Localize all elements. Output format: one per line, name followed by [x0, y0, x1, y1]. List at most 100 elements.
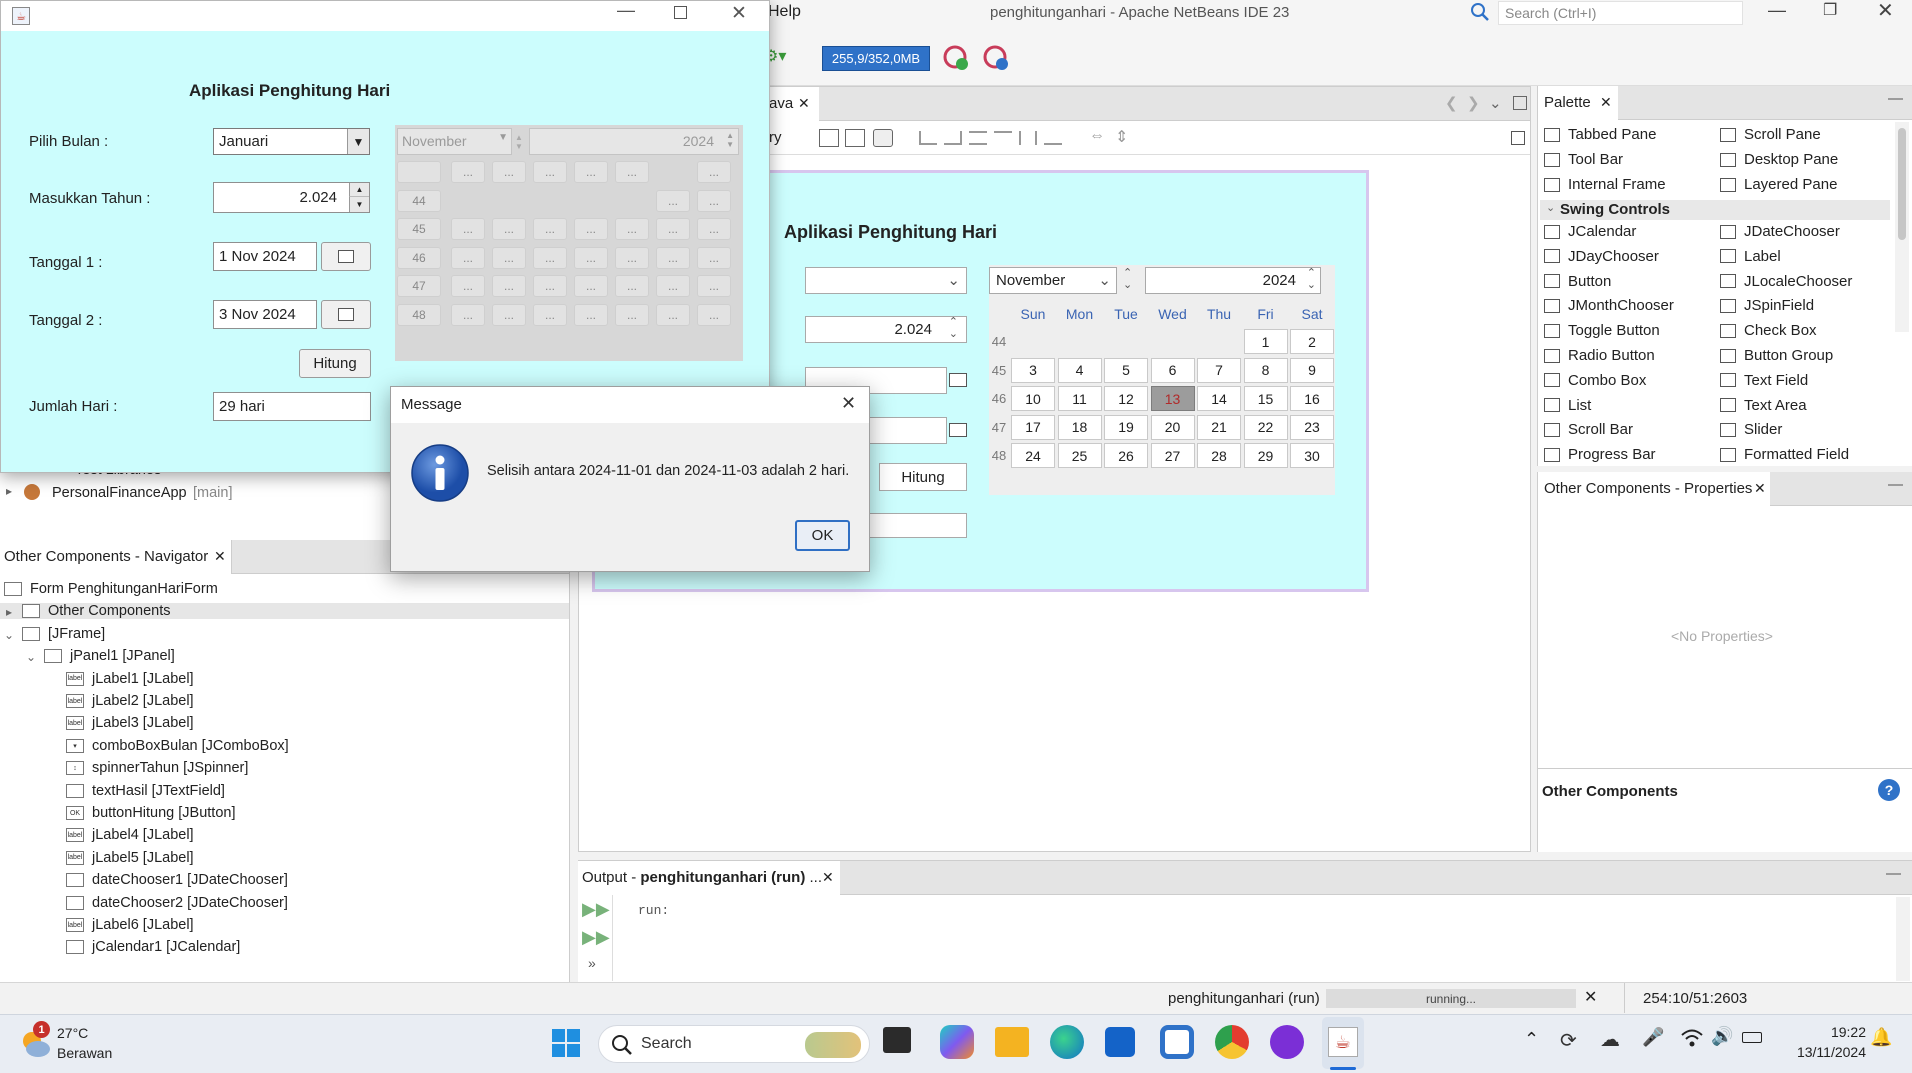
center-horizontal-icon[interactable]	[969, 131, 987, 145]
day-cell[interactable]: 22	[1243, 414, 1288, 440]
volume-icon[interactable]: 🔊	[1711, 1026, 1733, 1047]
day-cell[interactable]: ...	[697, 161, 731, 183]
result-field[interactable]: 29 hari	[213, 392, 371, 421]
navigator-item[interactable]: jCalendar1 [JCalendar]	[66, 939, 240, 955]
microphone-icon[interactable]: 🎤	[1642, 1027, 1664, 1048]
day-cell[interactable]: ...	[451, 275, 485, 297]
expand-arrow-icon[interactable]: ⌄	[4, 628, 14, 642]
day-cell[interactable]: 26	[1104, 443, 1148, 468]
navigator-item[interactable]: label jLabel3 [JLabel]	[66, 715, 194, 731]
wifi-icon[interactable]	[1680, 1027, 1704, 1049]
align-right-icon[interactable]	[944, 131, 962, 145]
day-cell[interactable]: 8	[1243, 357, 1288, 383]
palette-item[interactable]: Toggle Button	[1544, 322, 1660, 339]
design-toolbar-label[interactable]: ry	[769, 129, 782, 146]
design-calendar-year-field[interactable]: 2024 ⌃ ⌄	[1145, 267, 1321, 294]
navigator-item[interactable]: label jLabel2 [JLabel]	[66, 693, 194, 709]
day-cell[interactable]: ...	[492, 275, 526, 297]
date2-field[interactable]: 3 Nov 2024	[213, 300, 317, 329]
hitung-button[interactable]: Hitung	[299, 349, 371, 378]
day-cell[interactable]: 20	[1150, 414, 1195, 440]
date1-calendar-button[interactable]	[321, 242, 371, 271]
calendar-icon[interactable]	[949, 373, 967, 387]
palette-scroll-thumb[interactable]	[1898, 128, 1906, 240]
navigator-item[interactable]: textHasil [JTextField]	[66, 783, 225, 799]
weather-desc[interactable]: Berawan	[57, 1045, 112, 1061]
output-scrollbar[interactable]	[1896, 897, 1910, 981]
minimize-icon[interactable]: —	[1888, 90, 1903, 107]
day-cell[interactable]: ...	[574, 275, 608, 297]
navigator-item[interactable]: dateChooser1 [JDateChooser]	[66, 872, 288, 888]
palette-item[interactable]: JSpinField	[1720, 297, 1814, 314]
edge-icon[interactable]	[1050, 1025, 1084, 1059]
day-cell[interactable]: ...	[574, 161, 608, 183]
palette-item[interactable]: Internal Frame	[1544, 176, 1666, 193]
day-cell[interactable]: 12	[1104, 386, 1148, 411]
navigator-item[interactable]: Other Components	[0, 603, 569, 620]
close-icon[interactable]: ✕	[798, 95, 810, 112]
design-year-spinner[interactable]: 2.024 ⌃ ⌄	[805, 316, 967, 343]
chevron-up-icon[interactable]: ⌃	[1524, 1029, 1539, 1050]
day-cell[interactable]: 30	[1290, 443, 1334, 468]
day-cell[interactable]: 18	[1057, 414, 1102, 440]
palette-item[interactable]: Tabbed Pane	[1544, 126, 1656, 143]
day-cell[interactable]: 1	[1243, 329, 1288, 354]
palette-item[interactable]: Scroll Pane	[1720, 126, 1821, 143]
align-top-icon[interactable]	[994, 131, 1012, 145]
palette-item[interactable]: JCalendar	[1544, 223, 1636, 240]
day-cell[interactable]: 23	[1290, 414, 1334, 440]
dropdown-arrow-icon[interactable]: ▼	[347, 129, 369, 154]
taskbar-search[interactable]: Search	[598, 1025, 870, 1063]
chevron-left-icon[interactable]: ❮	[1445, 94, 1458, 112]
palette-item[interactable]: Radio Button	[1544, 347, 1655, 364]
chrome-icon[interactable]	[1215, 1025, 1249, 1059]
store-icon[interactable]	[1105, 1027, 1135, 1057]
palette-item[interactable]: Check Box	[1720, 322, 1817, 339]
day-cell[interactable]: 9	[1290, 357, 1334, 383]
project-name[interactable]: PersonalFinanceApp	[52, 485, 187, 501]
day-cell[interactable]: ...	[574, 218, 608, 240]
ide-search-input[interactable]: Search (Ctrl+I)	[1498, 1, 1743, 25]
toolbar-options-icon[interactable]	[1511, 131, 1525, 145]
day-cell[interactable]: ...	[615, 246, 649, 269]
align-left-icon[interactable]	[919, 131, 937, 145]
design-hitung-button[interactable]: Hitung	[879, 463, 967, 491]
palette-item[interactable]: JMonthChooser	[1544, 297, 1674, 314]
expand-arrow-icon[interactable]: ▸	[6, 605, 12, 619]
day-cell[interactable]: ...	[697, 275, 731, 297]
app-maximize-button[interactable]	[674, 6, 687, 19]
day-cell[interactable]: 15	[1243, 386, 1288, 411]
clock-date[interactable]: 13/11/2024	[1780, 1044, 1866, 1060]
dialog-close-button[interactable]: ✕	[841, 393, 856, 414]
navigator-item[interactable]: jPanel1 [JPanel]	[44, 648, 175, 664]
day-cell[interactable]: 6	[1150, 357, 1195, 383]
maximize-icon[interactable]	[1513, 96, 1527, 110]
navigator-item[interactable]: label jLabel5 [JLabel]	[66, 850, 194, 866]
day-cell[interactable]: ...	[533, 275, 567, 297]
calendar-icon[interactable]	[949, 423, 967, 437]
profile-icon[interactable]	[982, 42, 1012, 72]
day-cell[interactable]: ...	[656, 189, 690, 212]
resize-vertical-icon[interactable]: ⇕	[1115, 127, 1128, 147]
day-cell[interactable]: 7	[1197, 357, 1241, 383]
help-icon[interactable]: ?	[1878, 779, 1900, 801]
gc-icon[interactable]	[942, 42, 972, 72]
minimize-icon[interactable]: —	[1886, 865, 1901, 882]
day-cell[interactable]: ...	[533, 246, 567, 269]
day-cell[interactable]: ...	[656, 303, 690, 326]
ide-close-button[interactable]: ✕	[1877, 0, 1894, 23]
day-cell-selected[interactable]: 13	[1150, 386, 1195, 411]
palette-item[interactable]: JDayChooser	[1544, 248, 1659, 265]
spinner-down-icon[interactable]: ▼	[349, 197, 369, 212]
day-cell[interactable]: 27	[1150, 443, 1195, 468]
palette-item[interactable]: Layered Pane	[1720, 176, 1837, 193]
day-cell[interactable]: 10	[1011, 386, 1055, 411]
day-cell[interactable]: ...	[533, 161, 567, 183]
day-cell[interactable]: 28	[1197, 443, 1241, 468]
palette-tab[interactable]: Palette ✕	[1538, 86, 1618, 120]
output-tab[interactable]: Output - penghitunganhari (run) ... ✕	[578, 861, 840, 895]
navigator-item[interactable]: Form PenghitunganHariForm	[4, 581, 218, 597]
day-cell[interactable]: ...	[656, 218, 690, 240]
close-icon[interactable]: ✕	[214, 548, 226, 565]
close-icon[interactable]: ✕	[822, 869, 834, 886]
